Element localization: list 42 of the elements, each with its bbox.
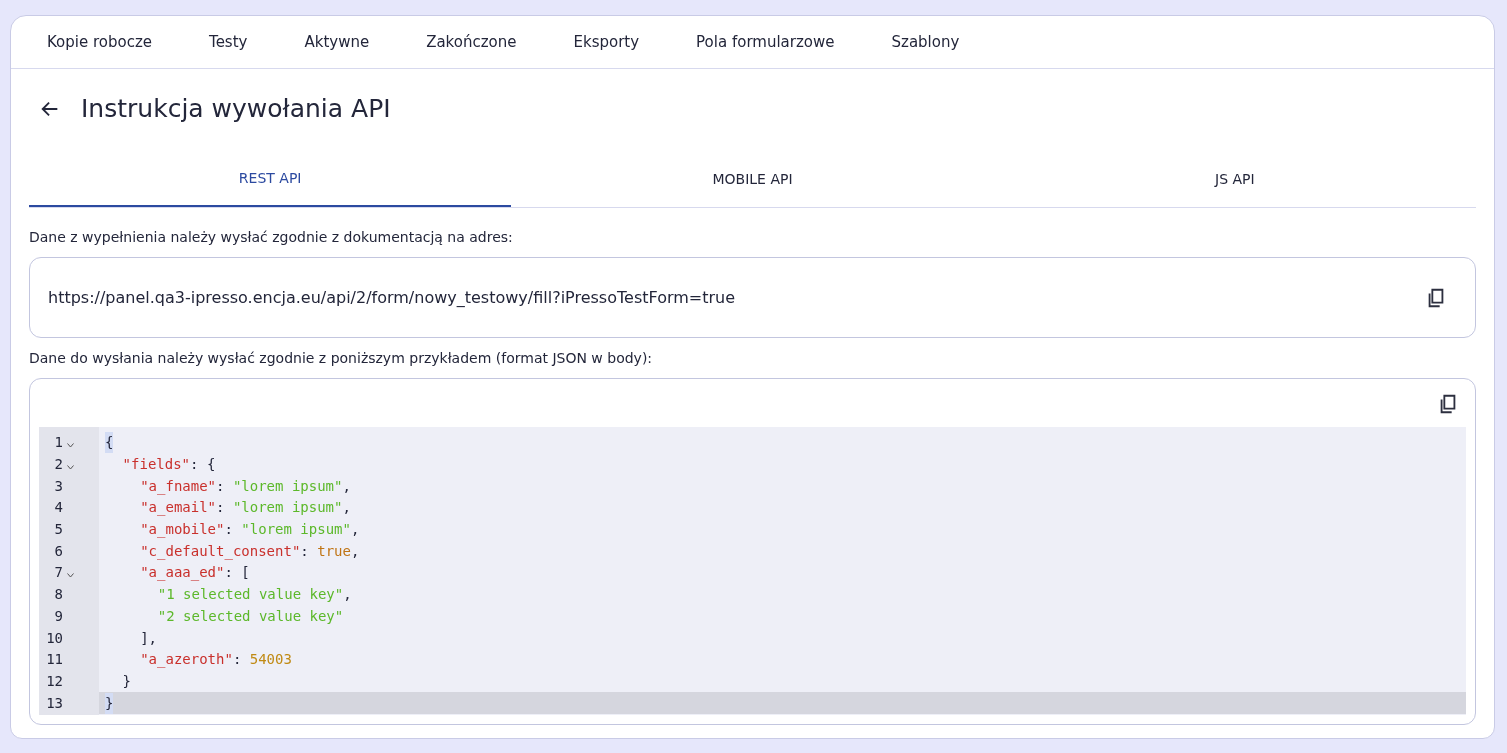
line-number: 5 — [53, 520, 63, 540]
api-tab[interactable]: REST API — [29, 152, 512, 207]
nav-link[interactable]: Zakończone — [416, 30, 527, 54]
code-line: "fields": { — [121, 455, 217, 475]
nav-link[interactable]: Testy — [199, 30, 258, 54]
code-line: "1 selected value key", — [156, 585, 353, 605]
nav-link[interactable]: Aktywne — [294, 30, 380, 54]
api-tab[interactable]: MOBILE API — [511, 152, 994, 207]
nav-link[interactable]: Szablony — [881, 30, 970, 54]
line-number: 9 — [53, 606, 63, 626]
api-tab[interactable]: JS API — [993, 152, 1476, 207]
url-text: https://panel.qa3-ipresso.encja.eu/api/2/form/nowy_testowy/fill?iPressoTestForm=true — [48, 286, 736, 309]
line-number: 11 — [45, 650, 63, 670]
fold-caret-icon[interactable] — [67, 464, 74, 470]
line-number: 10 — [45, 628, 63, 648]
code-line: "2 selected value key" — [156, 606, 345, 626]
page-title: Instrukcja wywołania API — [81, 93, 391, 126]
line-number: 2 — [53, 455, 63, 475]
code-line: ], — [139, 628, 159, 648]
line-number: 13 — [45, 693, 63, 713]
code-line: "a_aaa_ed": [ — [139, 563, 251, 583]
line-number: 6 — [53, 541, 63, 561]
code-line: "a_mobile": "lorem ipsum", — [139, 520, 361, 540]
nav-link[interactable]: Kopie robocze — [37, 30, 162, 54]
line-number: 4 — [53, 498, 63, 518]
line-number: 7 — [53, 563, 63, 583]
code-line: "a_email": "lorem ipsum", — [139, 498, 352, 518]
code-line: { — [99, 432, 1466, 454]
nav-link[interactable]: Pola formularzowe — [686, 30, 845, 54]
nav-link[interactable]: Eksporty — [563, 30, 650, 54]
line-number: 3 — [53, 476, 63, 496]
code-line: "a_fname": "lorem ipsum", — [139, 476, 352, 497]
fold-caret-icon[interactable] — [67, 442, 74, 448]
line-number: 8 — [53, 585, 63, 605]
code-line: "c_default_consent": true, — [139, 541, 361, 562]
instruction-text: Dane z wypełnienia należy wysłać zgodnie z dokumentacją na adres: — [29, 228, 514, 247]
instruction-text: Dane do wysłania należy wysłać zgodnie z poniższym przykładem (format JSON w body): — [29, 349, 654, 368]
code-line: } — [121, 671, 133, 691]
line-number: 12 — [45, 671, 63, 691]
code-line: "a_azeroth": 54003 — [139, 650, 293, 670]
line-number: 1 — [53, 433, 63, 453]
fold-caret-icon[interactable] — [67, 572, 74, 578]
